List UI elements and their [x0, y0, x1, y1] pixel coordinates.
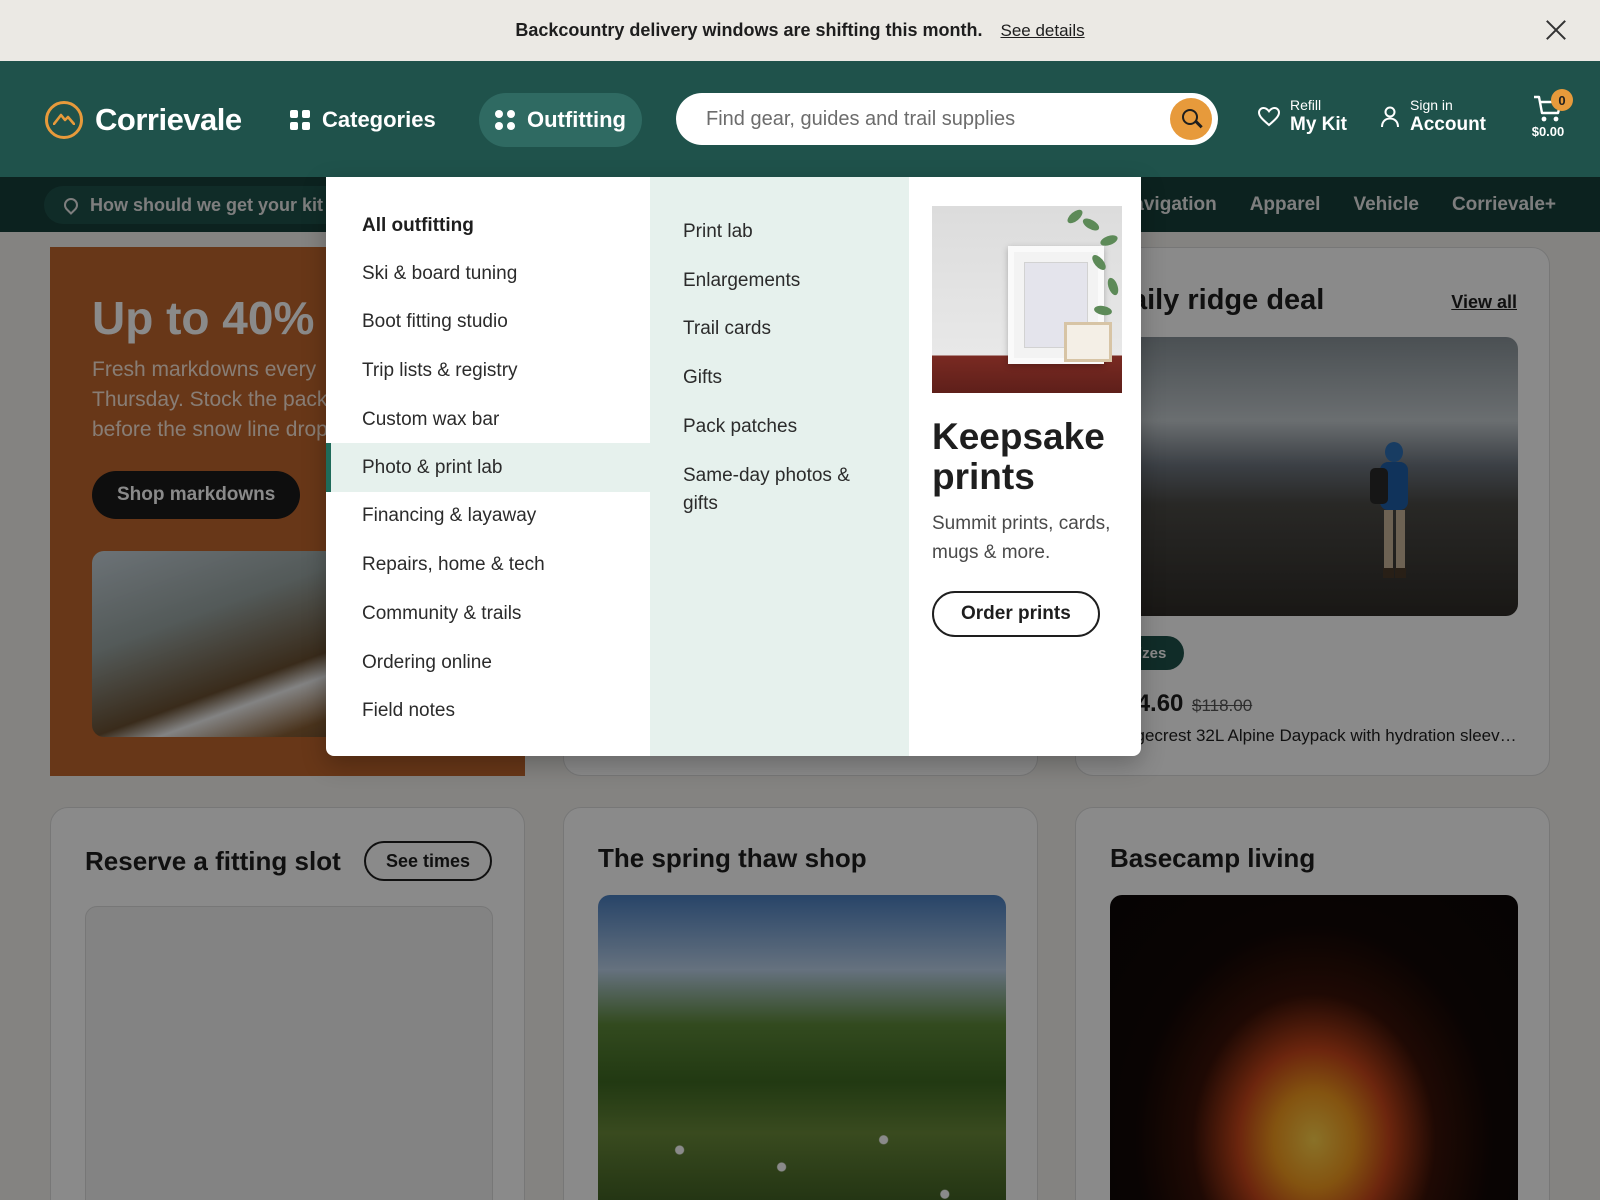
- brand-logo[interactable]: Corrievale: [45, 101, 242, 139]
- menu-item-all-outfitting[interactable]: All outfitting: [326, 201, 650, 250]
- menu-item-financing-layaway[interactable]: Financing & layaway: [326, 491, 650, 540]
- menu-item-boot-fitting-studio[interactable]: Boot fitting studio: [326, 297, 650, 346]
- menu-item-trip-lists-registry[interactable]: Trip lists & registry: [326, 346, 650, 395]
- leaf-shape: [1080, 216, 1102, 233]
- brand-name: Corrievale: [95, 102, 242, 137]
- submenu-item-print-lab[interactable]: Print lab: [683, 218, 883, 246]
- my-kit-link[interactable]: Refill My Kit: [1258, 97, 1347, 136]
- submenu-item-same-day-photos-gifts[interactable]: Same-day photos & gifts: [683, 462, 883, 518]
- outfitting-label: Outfitting: [527, 107, 626, 132]
- announcement-bar: Backcountry delivery windows are shiftin…: [0, 0, 1600, 61]
- outfitting-mega-menu: All outfitting Ski & board tuning Boot f…: [326, 177, 1141, 756]
- announcement-message: Backcountry delivery windows are shiftin…: [515, 20, 983, 40]
- submenu-item-gifts[interactable]: Gifts: [683, 364, 883, 392]
- heart-icon: [1258, 106, 1280, 126]
- menu-item-custom-wax-bar[interactable]: Custom wax bar: [326, 395, 650, 444]
- mountain-logo-icon: [45, 101, 83, 139]
- dots-grid-icon: [495, 110, 515, 130]
- menu-item-field-notes[interactable]: Field notes: [326, 686, 650, 735]
- submenu-item-enlargements[interactable]: Enlargements: [683, 267, 883, 295]
- feature-body: Summit prints, cards, mugs & more.: [932, 513, 1111, 563]
- categories-label: Categories: [322, 107, 436, 132]
- menu-item-repairs-home-tech[interactable]: Repairs, home & tech: [326, 540, 650, 589]
- announcement-see-details-link[interactable]: See details: [1000, 21, 1084, 41]
- search-icon[interactable]: [1170, 98, 1212, 140]
- menu-item-community-trails[interactable]: Community & trails: [326, 589, 650, 638]
- grid-icon: [290, 110, 310, 130]
- submenu-item-trail-cards[interactable]: Trail cards: [683, 315, 883, 343]
- account-link[interactable]: Sign in Account: [1380, 97, 1486, 136]
- leaf-shape: [1065, 207, 1085, 226]
- outfitting-button[interactable]: Outfitting: [479, 93, 642, 147]
- submenu-item-pack-patches[interactable]: Pack patches: [683, 413, 883, 441]
- leaf-shape: [1105, 276, 1121, 297]
- cart-count-badge: 0: [1551, 89, 1573, 111]
- feature-title: Keepsake prints: [932, 416, 1105, 497]
- picture-frame-image[interactable]: [932, 206, 1122, 393]
- menu-item-ski-board-tuning[interactable]: Ski & board tuning: [326, 249, 650, 298]
- search-bar: [676, 93, 1218, 145]
- account-small-label: Sign in: [1410, 97, 1453, 113]
- account-label: Account: [1410, 114, 1486, 135]
- photo-lab-submenu: Print lab Enlargements Trail cards Gifts…: [650, 177, 909, 756]
- user-icon: [1381, 106, 1399, 127]
- keepsake-feature: Keepsake prints Summit prints, cards, mu…: [909, 177, 1141, 756]
- close-icon[interactable]: [1544, 18, 1568, 42]
- search-input[interactable]: [706, 107, 1146, 131]
- small-frame-shape: [1064, 322, 1112, 362]
- order-prints-button[interactable]: Order prints: [932, 591, 1100, 637]
- menu-item-photo-print-lab[interactable]: Photo & print lab: [326, 443, 650, 492]
- my-kit-label: My Kit: [1290, 114, 1347, 135]
- cart-button[interactable]: 0 $0.00: [1518, 89, 1578, 139]
- site-header: Corrievale Categories Outfitting Refill …: [0, 61, 1600, 177]
- menu-item-ordering-online[interactable]: Ordering online: [326, 638, 650, 687]
- outfitting-primary-list: All outfitting Ski & board tuning Boot f…: [326, 177, 650, 756]
- cart-total: $0.00: [1531, 124, 1565, 139]
- my-kit-small-label: Refill: [1290, 97, 1322, 113]
- leaf-shape: [1099, 233, 1119, 248]
- categories-button[interactable]: Categories: [274, 93, 452, 147]
